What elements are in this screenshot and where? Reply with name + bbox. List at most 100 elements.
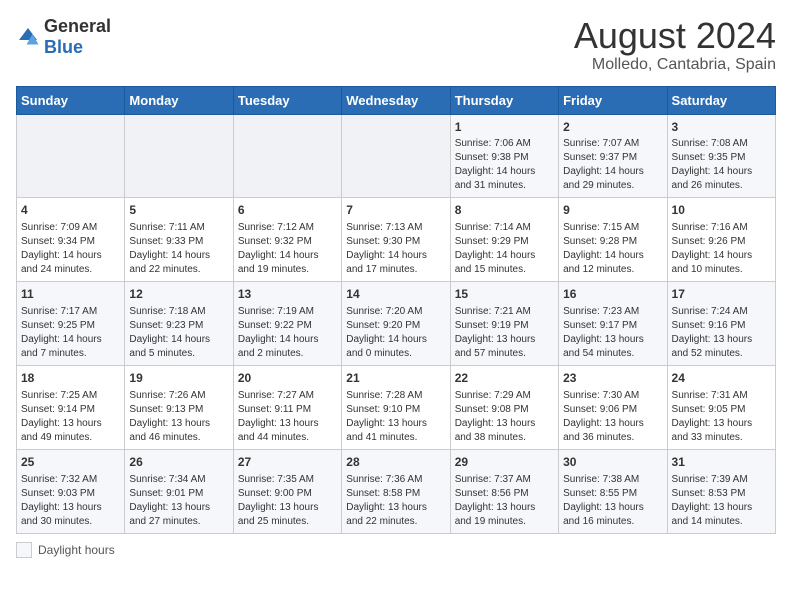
calendar-cell: 26 Sunrise: 7:34 AM Sunset: 9:01 PM Dayli…	[125, 449, 233, 533]
day-header-monday: Monday	[125, 86, 233, 114]
calendar-cell	[125, 114, 233, 198]
day-number: 2	[563, 119, 662, 136]
day-number: 18	[21, 370, 120, 387]
logo-general: General	[44, 16, 111, 36]
day-number: 4	[21, 202, 120, 219]
day-info: Sunrise: 7:26 AM Sunset: 9:13 PM Dayligh…	[129, 389, 228, 445]
day-number: 25	[21, 454, 120, 471]
day-info: Sunrise: 7:11 AM Sunset: 9:33 PM Dayligh…	[129, 221, 228, 277]
calendar-cell: 10Sunrise: 7:16 AM Sunset: 9:26 PM Dayli…	[667, 198, 775, 282]
day-number: 13	[238, 286, 337, 303]
calendar-cell: 3Sunrise: 7:08 AM Sunset: 9:35 PM Daylig…	[667, 114, 775, 198]
logo: General Blue	[16, 16, 111, 58]
calendar-cell: 2Sunrise: 7:07 AM Sunset: 9:37 PM Daylig…	[559, 114, 667, 198]
day-number: 27	[238, 454, 337, 471]
legend-box	[16, 542, 32, 558]
day-header-tuesday: Tuesday	[233, 86, 341, 114]
day-info: Sunrise: 7:23 AM Sunset: 9:17 PM Dayligh…	[563, 305, 662, 361]
calendar-cell: 30 Sunrise: 7:38 AM Sunset: 8:55 PM Dayli…	[559, 449, 667, 533]
day-number: 30	[563, 454, 662, 471]
day-number: 12	[129, 286, 228, 303]
day-number: 10	[672, 202, 771, 219]
calendar-cell: 1Sunrise: 7:06 AM Sunset: 9:38 PM Daylig…	[450, 114, 558, 198]
main-title: August 2024	[574, 16, 776, 56]
day-info: Sunrise: 7:38 AM Sunset: 8:55 PM Dayligh…	[563, 473, 662, 529]
calendar-cell: 13 Sunrise: 7:19 AM Sunset: 9:22 PM Dayli…	[233, 282, 341, 366]
day-number: 23	[563, 370, 662, 387]
calendar-cell: 5 Sunrise: 7:11 AM Sunset: 9:33 PM Daylig…	[125, 198, 233, 282]
logo-text: General Blue	[44, 16, 111, 58]
day-header-friday: Friday	[559, 86, 667, 114]
day-number: 7	[346, 202, 445, 219]
week-row-3: 11 Sunrise: 7:17 AM Sunset: 9:25 PM Dayli…	[17, 282, 776, 366]
day-number: 29	[455, 454, 554, 471]
legend-label: Daylight hours	[38, 543, 115, 557]
title-area: August 2024 Molledo, Cantabria, Spain	[574, 16, 776, 74]
day-header-saturday: Saturday	[667, 86, 775, 114]
calendar-cell	[233, 114, 341, 198]
day-number: 14	[346, 286, 445, 303]
day-number: 26	[129, 454, 228, 471]
day-info: Sunrise: 7:20 AM Sunset: 9:20 PM Dayligh…	[346, 305, 445, 361]
calendar-cell: 29 Sunrise: 7:37 AM Sunset: 8:56 PM Dayli…	[450, 449, 558, 533]
calendar-cell: 19Sunrise: 7:26 AM Sunset: 9:13 PM Dayli…	[125, 365, 233, 449]
week-row-4: 18 Sunrise: 7:25 AM Sunset: 9:14 PM Dayli…	[17, 365, 776, 449]
day-number: 28	[346, 454, 445, 471]
day-number: 24	[672, 370, 771, 387]
logo-blue: Blue	[44, 37, 83, 57]
calendar-cell: 17 Sunrise: 7:24 AM Sunset: 9:16 PM Dayli…	[667, 282, 775, 366]
calendar-cell	[342, 114, 450, 198]
day-info: Sunrise: 7:06 AM Sunset: 9:38 PM Dayligh…	[455, 137, 554, 193]
day-info: Sunrise: 7:19 AM Sunset: 9:22 PM Dayligh…	[238, 305, 337, 361]
day-info: Sunrise: 7:24 AM Sunset: 9:16 PM Dayligh…	[672, 305, 771, 361]
day-header-wednesday: Wednesday	[342, 86, 450, 114]
day-info: Sunrise: 7:37 AM Sunset: 8:56 PM Dayligh…	[455, 473, 554, 529]
calendar-cell: 20Sunrise: 7:27 AM Sunset: 9:11 PM Dayli…	[233, 365, 341, 449]
calendar-cell: 22 Sunrise: 7:29 AM Sunset: 9:08 PM Dayli…	[450, 365, 558, 449]
day-number: 1	[455, 119, 554, 136]
calendar-cell: 9 Sunrise: 7:15 AM Sunset: 9:28 PM Daylig…	[559, 198, 667, 282]
calendar-cell: 11 Sunrise: 7:17 AM Sunset: 9:25 PM Dayli…	[17, 282, 125, 366]
calendar-cell: 18 Sunrise: 7:25 AM Sunset: 9:14 PM Dayli…	[17, 365, 125, 449]
calendar-cell: 14 Sunrise: 7:20 AM Sunset: 9:20 PM Dayli…	[342, 282, 450, 366]
day-number: 5	[129, 202, 228, 219]
day-info: Sunrise: 7:27 AM Sunset: 9:11 PM Dayligh…	[238, 389, 337, 445]
day-info: Sunrise: 7:08 AM Sunset: 9:35 PM Dayligh…	[672, 137, 771, 193]
calendar-cell: 27 Sunrise: 7:35 AM Sunset: 9:00 PM Dayli…	[233, 449, 341, 533]
day-info: Sunrise: 7:14 AM Sunset: 9:29 PM Dayligh…	[455, 221, 554, 277]
day-number: 31	[672, 454, 771, 471]
day-info: Sunrise: 7:28 AM Sunset: 9:10 PM Dayligh…	[346, 389, 445, 445]
page-header: General Blue August 2024 Molledo, Cantab…	[16, 16, 776, 74]
day-info: Sunrise: 7:25 AM Sunset: 9:14 PM Dayligh…	[21, 389, 120, 445]
day-info: Sunrise: 7:07 AM Sunset: 9:37 PM Dayligh…	[563, 137, 662, 193]
calendar-cell: 23 Sunrise: 7:30 AM Sunset: 9:06 PM Dayli…	[559, 365, 667, 449]
day-info: Sunrise: 7:35 AM Sunset: 9:00 PM Dayligh…	[238, 473, 337, 529]
calendar-cell: 21 Sunrise: 7:28 AM Sunset: 9:10 PM Dayli…	[342, 365, 450, 449]
day-number: 17	[672, 286, 771, 303]
calendar-header: SundayMondayTuesdayWednesdayThursdayFrid…	[17, 86, 776, 114]
day-headers-row: SundayMondayTuesdayWednesdayThursdayFrid…	[17, 86, 776, 114]
calendar-cell: 15Sunrise: 7:21 AM Sunset: 9:19 PM Dayli…	[450, 282, 558, 366]
day-header-thursday: Thursday	[450, 86, 558, 114]
calendar-cell: 16Sunrise: 7:23 AM Sunset: 9:17 PM Dayli…	[559, 282, 667, 366]
day-info: Sunrise: 7:15 AM Sunset: 9:28 PM Dayligh…	[563, 221, 662, 277]
legend: Daylight hours	[16, 542, 776, 558]
calendar-cell	[17, 114, 125, 198]
day-info: Sunrise: 7:30 AM Sunset: 9:06 PM Dayligh…	[563, 389, 662, 445]
calendar-body: 1Sunrise: 7:06 AM Sunset: 9:38 PM Daylig…	[17, 114, 776, 533]
day-info: Sunrise: 7:17 AM Sunset: 9:25 PM Dayligh…	[21, 305, 120, 361]
calendar-cell: 28 Sunrise: 7:36 AM Sunset: 8:58 PM Dayli…	[342, 449, 450, 533]
day-info: Sunrise: 7:34 AM Sunset: 9:01 PM Dayligh…	[129, 473, 228, 529]
calendar-cell: 8Sunrise: 7:14 AM Sunset: 9:29 PM Daylig…	[450, 198, 558, 282]
day-info: Sunrise: 7:29 AM Sunset: 9:08 PM Dayligh…	[455, 389, 554, 445]
day-number: 21	[346, 370, 445, 387]
day-info: Sunrise: 7:39 AM Sunset: 8:53 PM Dayligh…	[672, 473, 771, 529]
week-row-2: 4Sunrise: 7:09 AM Sunset: 9:34 PM Daylig…	[17, 198, 776, 282]
day-info: Sunrise: 7:36 AM Sunset: 8:58 PM Dayligh…	[346, 473, 445, 529]
day-number: 11	[21, 286, 120, 303]
day-info: Sunrise: 7:21 AM Sunset: 9:19 PM Dayligh…	[455, 305, 554, 361]
day-number: 9	[563, 202, 662, 219]
day-number: 22	[455, 370, 554, 387]
week-row-1: 1Sunrise: 7:06 AM Sunset: 9:38 PM Daylig…	[17, 114, 776, 198]
sub-title: Molledo, Cantabria, Spain	[574, 56, 776, 74]
